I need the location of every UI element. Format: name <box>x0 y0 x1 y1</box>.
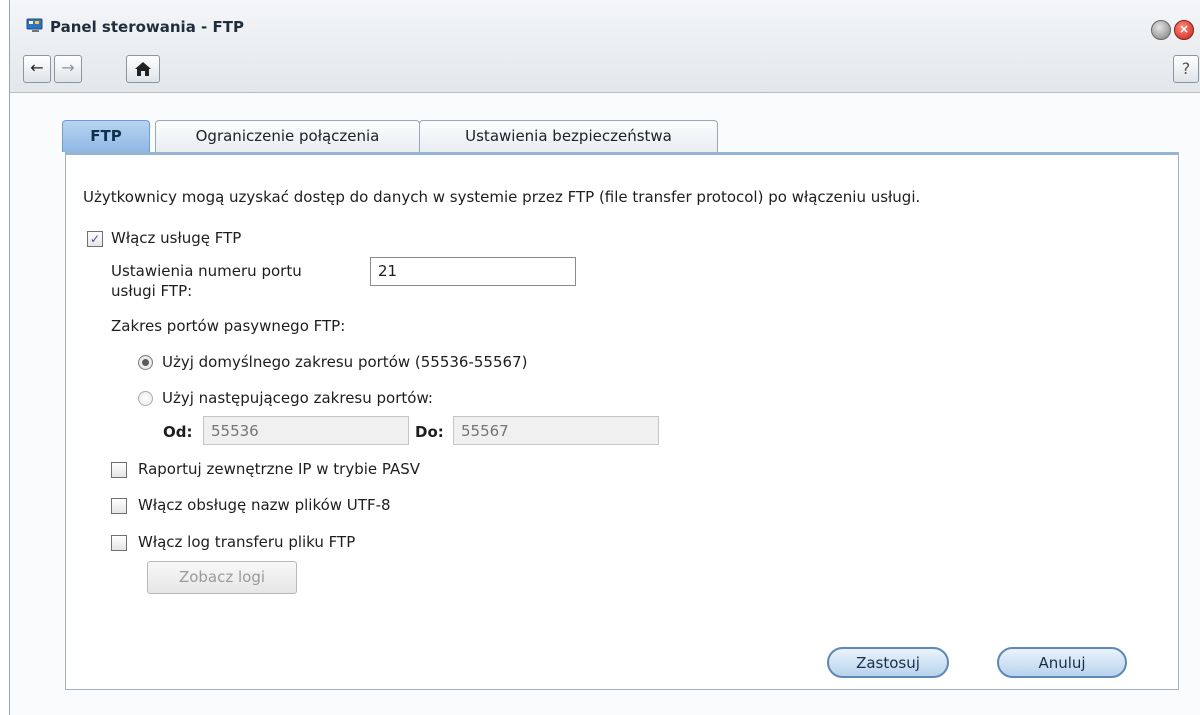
port-label-line1: Ustawienia numeru portu <box>111 262 302 280</box>
ftp-port-input[interactable]: 21 <box>370 257 576 286</box>
tab-security-settings[interactable]: Ustawienia bezpieczeństwa <box>419 120 718 152</box>
default-port-range-label: Użyj domyślnego zakresu portów (55536-55… <box>162 353 528 371</box>
report-external-ip-checkbox[interactable] <box>111 462 127 478</box>
enable-ftp-checkbox[interactable]: ✓ <box>87 231 103 247</box>
from-port-input[interactable] <box>203 416 409 445</box>
window-title: Panel sterowania - FTP <box>50 18 244 36</box>
custom-port-range-radio[interactable] <box>138 391 153 406</box>
custom-port-range-label: Użyj następującego zakresu portów: <box>162 389 433 407</box>
port-label-line2: usługi FTP: <box>111 282 193 300</box>
forward-button[interactable]: → <box>54 55 82 83</box>
ftp-description: Użytkownicy mogą uzyskać dostęp do danyc… <box>83 188 921 206</box>
panel-top-line <box>66 153 1178 155</box>
help-button[interactable]: ? <box>1173 55 1199 83</box>
cancel-button[interactable]: Anuluj <box>997 647 1127 678</box>
minimize-button[interactable] <box>1151 20 1171 40</box>
passive-range-label: Zakres portów pasywnego FTP: <box>111 317 346 335</box>
default-port-range-radio[interactable] <box>138 355 153 370</box>
tab-ftp[interactable]: FTP <box>62 120 150 152</box>
control-panel-icon <box>26 18 43 32</box>
arrow-right-icon: → <box>61 58 75 77</box>
transfer-log-label: Włącz log transferu pliku FTP <box>138 533 356 551</box>
view-logs-button[interactable]: Zobacz logi <box>147 561 297 594</box>
utf8-filenames-checkbox[interactable] <box>111 498 127 514</box>
tab-connection-limit[interactable]: Ograniczenie połączenia <box>155 120 420 152</box>
enable-ftp-label: Włącz usługę FTP <box>111 229 242 247</box>
report-external-ip-label: Raportuj zewnętrzne IP w trybie PASV <box>138 460 421 478</box>
home-icon <box>135 62 151 76</box>
transfer-log-checkbox[interactable] <box>111 535 127 551</box>
to-label: Do: <box>415 423 444 441</box>
to-port-input[interactable] <box>453 416 659 445</box>
ftp-control-panel-window: Panel sterowania - FTP × ← → ? FTP Ogran… <box>9 0 1200 715</box>
arrow-left-icon: ← <box>30 58 44 77</box>
back-button[interactable]: ← <box>23 55 51 83</box>
utf8-filenames-label: Włącz obsługę nazw plików UTF-8 <box>138 496 391 514</box>
from-label: Od: <box>163 423 193 441</box>
title-bar: Panel sterowania - FTP × ← → ? <box>10 0 1200 93</box>
home-button[interactable] <box>126 55 160 83</box>
close-button[interactable]: × <box>1174 20 1194 40</box>
apply-button[interactable]: Zastosuj <box>827 647 949 678</box>
